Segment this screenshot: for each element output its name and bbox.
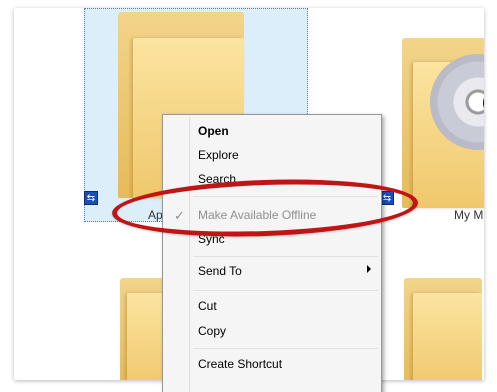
menu-item-cut[interactable]: Cut [198,295,217,317]
page: ⇆ Ap ⇆ My Mu Open Explore Search... ✓ Ma… [0,0,497,392]
menu-separator [193,348,378,349]
menu-separator [193,196,378,197]
menu-separator [193,256,378,257]
folder-label: My Mu [454,208,484,222]
check-icon: ✓ [174,208,185,223]
menu-item-open[interactable]: Open [198,120,229,142]
menu-item-make-available-offline: Make Available Offline [198,208,317,222]
menu-gutter [189,117,190,392]
chevron-right-icon [367,265,371,273]
menu-item-explore[interactable]: Explore [198,144,239,166]
menu-item-send-to[interactable]: Send To [198,260,242,282]
menu-item-sync[interactable]: Sync [198,228,225,250]
sync-icon: ⇆ [84,191,98,205]
menu-item-copy[interactable]: Copy [198,320,226,342]
folder-label: Ap [148,208,163,222]
context-menu: Open Explore Search... ✓ Make Available … [162,114,382,392]
menu-separator [193,290,378,291]
sync-icon: ⇆ [380,191,394,205]
menu-item-search[interactable]: Search... [198,168,246,190]
folder-icon [404,278,482,380]
menu-item-create-shortcut[interactable]: Create Shortcut [198,353,282,375]
